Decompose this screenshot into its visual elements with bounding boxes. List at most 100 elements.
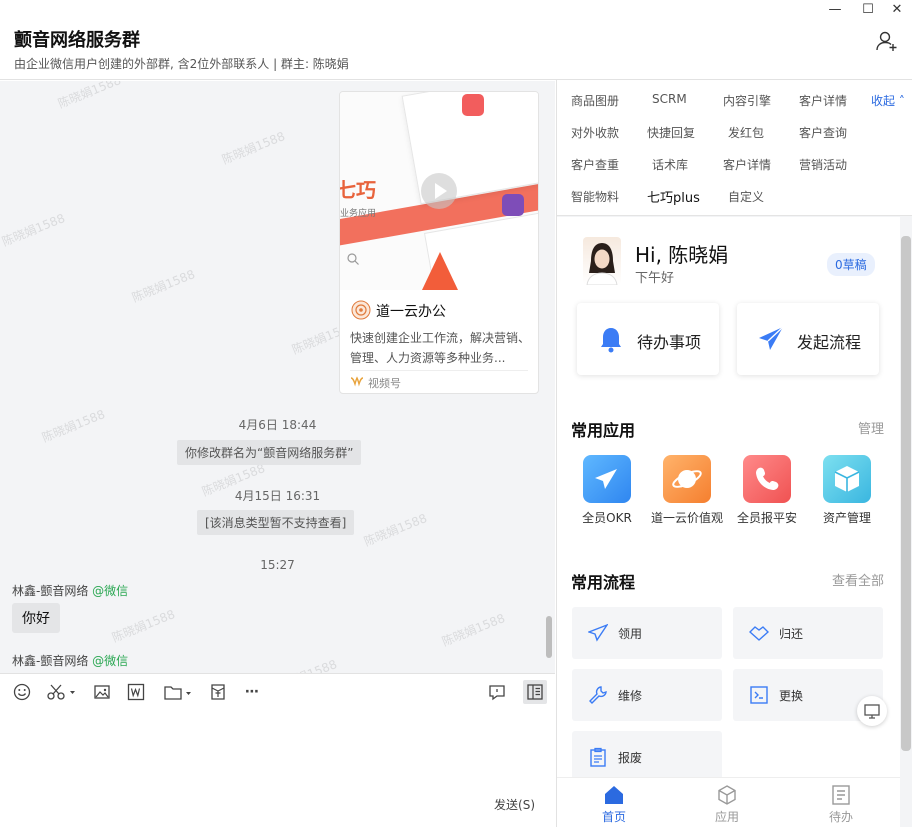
tab-customer-query[interactable]: 客户查询 xyxy=(799,124,847,141)
timestamp: 4月6日 18:44 xyxy=(238,418,317,432)
nav-apps[interactable]: 应用 xyxy=(697,784,757,825)
watermark: 陈晓娟1588 xyxy=(219,129,287,167)
system-message: 你修改群名为“颤音网络服务群” xyxy=(177,440,362,465)
maximize-button[interactable]: ☐ xyxy=(859,3,877,17)
watermark: 陈晓娟1588 xyxy=(0,211,67,249)
emoji-icon[interactable] xyxy=(13,682,31,702)
apps-manage-link[interactable]: 管理 xyxy=(858,418,884,437)
flows-view-all-link[interactable]: 查看全部 xyxy=(832,570,884,589)
play-icon[interactable] xyxy=(420,172,458,210)
flow-repair[interactable]: 维修 xyxy=(572,669,722,721)
message-input-area[interactable]: ⋯ 发送(S) xyxy=(0,673,555,827)
app-label: 全员报平安 xyxy=(736,511,797,525)
add-member-icon[interactable] xyxy=(876,30,898,52)
thumbnail-subtext: 业务应用 xyxy=(340,209,377,219)
tab-customer-detail-2[interactable]: 客户详情 xyxy=(723,156,771,173)
apps-title: 常用应用 xyxy=(571,421,636,440)
flow-receive[interactable]: 领用 xyxy=(572,607,722,659)
todo-button[interactable]: 待办事项 xyxy=(577,303,719,375)
nav-todo-label: 待办 xyxy=(828,810,853,824)
planet-icon xyxy=(672,470,702,488)
greeting: Hi, 陈晓娟 xyxy=(635,243,729,267)
watermark: 陈晓娟1588 xyxy=(55,81,123,111)
chat-record-icon[interactable] xyxy=(488,682,506,702)
greeting-sub: 下午好 xyxy=(635,271,675,286)
floating-screen-button[interactable] xyxy=(857,696,887,726)
tab-payment[interactable]: 对外收款 xyxy=(571,124,619,141)
tab-product-album[interactable]: 商品图册 xyxy=(571,92,619,109)
word-doc-icon[interactable] xyxy=(127,682,145,702)
chat-scrollbar[interactable] xyxy=(546,616,552,658)
start-flow-label: 发起流程 xyxy=(797,333,862,352)
tab-customer-detail[interactable]: 客户详情 xyxy=(799,92,847,109)
red-packet-icon[interactable] xyxy=(209,682,227,702)
video-thumbnail[interactable]: 七巧 业务应用 xyxy=(340,92,538,290)
flow-scrap[interactable]: 报废 xyxy=(572,731,722,783)
screenshot-scissors-icon[interactable] xyxy=(46,682,76,702)
message-sender: 林鑫-颤音网络 @微信 xyxy=(12,582,128,599)
daoyi-logo-icon xyxy=(351,300,371,320)
sidebar-scrollbar[interactable] xyxy=(901,236,911,751)
card-source: 视频号 xyxy=(368,377,401,390)
watermark: 陈晓娟1588 xyxy=(109,607,177,645)
tab-custom[interactable]: 自定义 xyxy=(728,188,764,205)
tab-quick-reply[interactable]: 快捷回复 xyxy=(647,124,695,141)
tab-marketing[interactable]: 营销活动 xyxy=(799,156,847,173)
tab-smart-material[interactable]: 智能物料 xyxy=(571,188,619,205)
paper-plane-icon xyxy=(588,623,608,642)
tab-content-engine[interactable]: 内容引擎 xyxy=(723,92,771,109)
chat-header: 颤音网络服务群 由企业微信用户创建的外部群, 含2位外部联系人 | 群主: 陈晓… xyxy=(0,0,912,80)
timestamp: 15:27 xyxy=(260,558,295,572)
wechat-tag: @微信 xyxy=(92,584,129,598)
image-icon[interactable] xyxy=(94,682,110,702)
folder-icon[interactable] xyxy=(163,682,195,702)
tab-qiqiao-plus[interactable]: 七巧plus xyxy=(647,187,700,206)
send-button[interactable]: 发送(S) xyxy=(494,796,535,813)
watermark: 陈晓娟1588 xyxy=(439,611,507,649)
nav-todo[interactable]: 待办 xyxy=(811,784,871,825)
workbench-panel: Hi, 陈晓娟 下午好 0草稿 待办事项 发起流程 常用应用 管理 全员OKR … xyxy=(557,217,900,783)
nav-home[interactable]: 首页 xyxy=(584,784,644,825)
tab-customer-dedup[interactable]: 客户查重 xyxy=(571,156,619,173)
message-sender: 林鑫-颤音网络 @微信 xyxy=(12,652,128,669)
watermark: 陈晓娟1588 xyxy=(361,511,429,549)
app-sidebar: 商品图册 SCRM 内容引擎 客户详情 收起 ˄ 对外收款 快捷回复 发红包 客… xyxy=(556,80,912,827)
tab-script-library[interactable]: 话术库 xyxy=(652,156,688,173)
video-card[interactable]: 七巧 业务应用 道一云办公 快速创建企业工作流，解决营销、管理、人力资源等多种业… xyxy=(339,91,539,394)
message-bubble[interactable]: 你好 xyxy=(12,603,60,633)
sidebar-toggle-button[interactable] xyxy=(523,680,547,704)
app-safety[interactable]: 全员报平安 xyxy=(727,455,807,526)
group-subtitle: 由企业微信用户创建的外部群, 含2位外部联系人 | 群主: 陈晓娟 xyxy=(14,57,349,71)
minimize-button[interactable]: — xyxy=(826,3,844,17)
tab-scrm[interactable]: SCRM xyxy=(652,92,687,106)
app-label: 资产管理 xyxy=(822,511,871,525)
app-label: 道一云价值观 xyxy=(650,511,723,525)
app-okr[interactable]: 全员OKR xyxy=(567,455,647,526)
card-title: 道一云办公 xyxy=(376,304,446,320)
nav-home-label: 首页 xyxy=(601,810,626,824)
collapse-tabs-button[interactable]: 收起 ˄ xyxy=(871,92,905,109)
app-values[interactable]: 道一云价值观 xyxy=(647,455,727,526)
app-assets[interactable]: 资产管理 xyxy=(807,455,887,526)
tab-red-packet[interactable]: 发红包 xyxy=(728,124,764,141)
flow-label: 报废 xyxy=(618,751,643,765)
search-icon xyxy=(347,253,359,265)
chat-messages[interactable]: 陈晓娟1588 陈晓娟1588 陈晓娟1588 陈晓娟1588 陈晓娟1588 … xyxy=(0,81,555,673)
flow-return[interactable]: 归还 xyxy=(733,607,883,659)
draft-badge[interactable]: 0草稿 xyxy=(827,253,875,276)
tools-tabs: 商品图册 SCRM 内容引擎 客户详情 收起 ˄ 对外收款 快捷回复 发红包 客… xyxy=(557,80,912,216)
sender-name: 林鑫-颤音网络 xyxy=(12,654,89,668)
thumbnail-text: 七巧 xyxy=(340,178,376,202)
close-button[interactable]: ✕ xyxy=(888,3,906,17)
timestamp: 4月15日 16:31 xyxy=(234,489,321,503)
wrench-icon xyxy=(589,686,607,704)
cube-icon xyxy=(834,466,860,492)
start-flow-button[interactable]: 发起流程 xyxy=(737,303,879,375)
more-icon[interactable]: ⋯ xyxy=(243,682,261,702)
flow-label: 更换 xyxy=(779,689,804,703)
apps-cube-icon xyxy=(718,785,736,805)
clipboard-icon xyxy=(590,747,606,767)
channels-icon xyxy=(350,376,364,387)
nav-apps-label: 应用 xyxy=(714,810,739,824)
group-title: 颤音网络服务群 xyxy=(14,30,140,51)
